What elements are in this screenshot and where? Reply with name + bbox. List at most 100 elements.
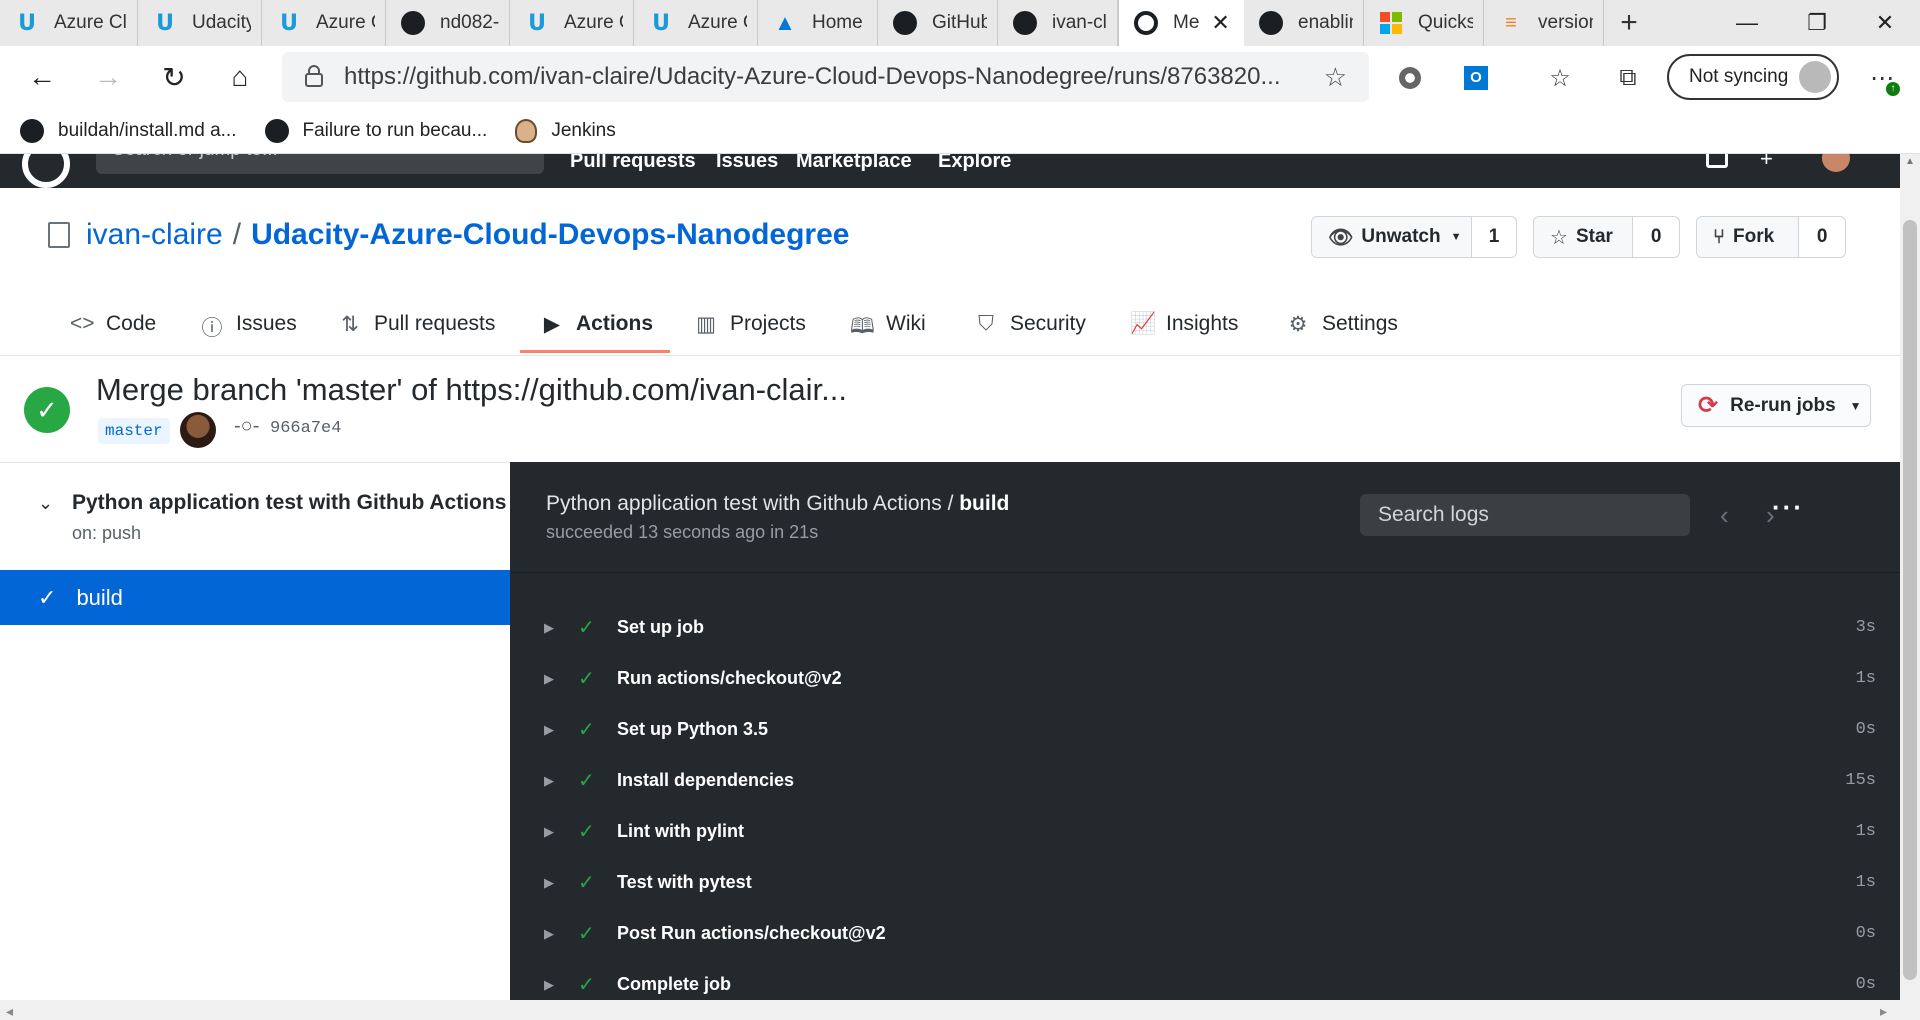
scroll-left-arrow-icon[interactable]: ◂ [6, 1003, 13, 1020]
more-options-icon[interactable]: ··· [1772, 492, 1804, 523]
tab-insights[interactable]: 📈 Insights [1130, 304, 1238, 354]
bookmark-item[interactable]: Jenkins [515, 118, 616, 143]
workflow-name[interactable]: Python application test with Github Acti… [72, 491, 506, 515]
commit-sha-link[interactable]: 966a7e4 [270, 419, 341, 438]
minimize-icon[interactable]: — [1712, 0, 1782, 46]
notification-bell-icon[interactable] [1706, 154, 1728, 168]
browser-tab[interactable]: UUdacity: [138, 0, 262, 46]
nav-issues[interactable]: Issues [716, 154, 778, 173]
plus-icon[interactable]: + [1760, 154, 1773, 172]
log-step[interactable]: ▶ ✓ Lint with pylint 1s [510, 806, 1900, 857]
close-window-icon[interactable]: ✕ [1850, 0, 1920, 46]
favorites-icon[interactable]: ☆ [1540, 58, 1580, 98]
profile-sync-button[interactable]: Not syncing [1667, 54, 1839, 100]
github-icon [892, 10, 918, 36]
book-icon: 🕮 [850, 315, 875, 338]
browser-tab[interactable]: UAzure Cl [262, 0, 386, 46]
tab-projects[interactable]: ▥ Projects [694, 304, 806, 354]
user-avatar[interactable] [1822, 154, 1850, 172]
scroll-up-arrow-icon[interactable]: ▲ [1905, 156, 1915, 167]
collections-icon[interactable]: ⧉ [1608, 58, 1648, 98]
browser-tab[interactable]: Quicksta [1364, 0, 1484, 46]
horizontal-scrollbar[interactable]: ◂ ▸ [0, 1000, 1920, 1020]
run-title: Merge branch 'master' of https://github.… [96, 372, 847, 407]
address-bar[interactable]: https://github.com/ivan-claire/Udacity-A… [282, 52, 1369, 102]
chevron-down-icon: ▼ [1849, 398, 1862, 413]
tab-security[interactable]: ⛉ Security [974, 304, 1086, 354]
lock-icon [305, 65, 323, 87]
tab-actions[interactable]: ▶ Actions [540, 304, 653, 354]
chevron-left-icon[interactable]: ‹ [1720, 500, 1729, 531]
star-count[interactable]: 0 [1633, 217, 1679, 257]
back-button[interactable]: ← [12, 52, 72, 102]
nav-marketplace[interactable]: Marketplace [796, 154, 912, 173]
outlook-icon[interactable]: O [1456, 58, 1496, 98]
browser-tab[interactable]: ≡version [1484, 0, 1604, 46]
tab-wiki[interactable]: 🕮 Wiki [850, 304, 926, 354]
committer-avatar[interactable] [180, 412, 216, 448]
rerun-jobs-button[interactable]: ⟳ Re-run jobs ▼ [1681, 384, 1871, 427]
browser-tab[interactable]: UAzure Cl [0, 0, 138, 46]
nav-pull-requests[interactable]: Pull requests [570, 154, 696, 173]
tab-pull-requests[interactable]: ⇅ Pull requests [338, 304, 495, 354]
expand-triangle-icon: ▶ [544, 874, 554, 890]
log-step[interactable]: ▶ ✓ Post Run actions/checkout@v2 0s [510, 908, 1900, 959]
tab-issues[interactable]: ⓘ Issues [200, 304, 297, 354]
restore-icon[interactable]: ❐ [1782, 0, 1852, 46]
workflow-sidebar: ⌄ Python application test with Github Ac… [0, 462, 510, 1000]
tab-code[interactable]: <> Code [70, 304, 156, 354]
repo-nav-tabs: <> Code ⓘ Issues ⇅ Pull requests ▶ Actions ▥… [0, 290, 1900, 356]
browser-tab-active[interactable]: Me ✕ [1118, 0, 1244, 46]
pull-request-icon: ⇅ [341, 313, 359, 336]
extension-icon[interactable] [1390, 58, 1430, 98]
new-tab-button[interactable]: + [1604, 0, 1654, 46]
gear-icon: ⚙ [1288, 313, 1308, 336]
vertical-scrollbar[interactable]: ▲ [1900, 154, 1920, 1000]
browser-tab[interactable]: GitHub [878, 0, 998, 46]
fork-count[interactable]: 0 [1799, 217, 1845, 257]
close-tab-icon[interactable]: ✕ [1211, 10, 1229, 36]
browser-tab[interactable]: ▲Home - [758, 0, 878, 46]
eye-icon: 👁 [1328, 226, 1354, 249]
browser-tab[interactable]: UAzure Cl [634, 0, 758, 46]
scroll-right-arrow-icon[interactable]: ▸ [1880, 1003, 1887, 1020]
chevron-down-icon[interactable]: ⌄ [38, 493, 53, 514]
branch-label[interactable]: master [98, 418, 170, 444]
favorite-star-icon[interactable]: ☆ [1324, 62, 1347, 93]
log-step[interactable]: ▶ ✓ Install dependencies 15s [510, 755, 1900, 806]
job-item-build[interactable]: ✓ build [0, 570, 510, 625]
fork-button-group: ⑂ Fork 0 [1696, 216, 1846, 258]
search-logs-input[interactable]: Search logs [1360, 494, 1690, 536]
unwatch-button[interactable]: 👁 Unwatch ▼ [1312, 217, 1472, 257]
browser-tab[interactable]: UAzure Cl [510, 0, 634, 46]
tab-settings[interactable]: ⚙ Settings [1286, 304, 1398, 354]
issue-icon: ⓘ [201, 317, 223, 340]
check-icon: ✓ [38, 584, 57, 610]
forward-button[interactable]: → [78, 52, 138, 102]
github-logo-icon[interactable] [22, 154, 70, 188]
log-step[interactable]: ▶ ✓ Set up Python 3.5 0s [510, 704, 1900, 755]
home-button[interactable]: ⌂ [210, 52, 270, 102]
check-icon: ✓ [578, 872, 595, 894]
watch-count[interactable]: 1 [1472, 217, 1516, 257]
star-button[interactable]: ☆ Star [1534, 217, 1634, 257]
github-search-input[interactable]: Search or jump to... [96, 154, 544, 174]
expand-triangle-icon: ▶ [544, 721, 554, 737]
browser-tab[interactable]: enablin [1244, 0, 1364, 46]
run-success-check-icon: ✓ [24, 387, 70, 433]
browser-tab[interactable]: nd082-A [386, 0, 510, 46]
repo-name-link[interactable]: Udacity-Azure-Cloud-Devops-Nanodegree [251, 218, 849, 252]
fork-button[interactable]: ⑂ Fork [1697, 217, 1800, 257]
log-step[interactable]: ▶ ✓ Test with pytest 1s [510, 857, 1900, 908]
log-step[interactable]: ▶ ✓ Run actions/checkout@v2 1s [510, 653, 1900, 704]
scrollbar-thumb[interactable] [1903, 220, 1917, 980]
browser-tab[interactable]: ivan-cla [998, 0, 1118, 46]
refresh-button[interactable]: ↻ [144, 52, 204, 102]
nav-explore[interactable]: Explore [938, 154, 1011, 173]
selected-tab-underline [520, 350, 670, 353]
repo-owner-link[interactable]: ivan-claire [86, 218, 223, 252]
log-step[interactable]: ▶ ✓ Set up job 3s [510, 602, 1900, 653]
bookmark-item[interactable]: Failure to run becau... [264, 118, 487, 143]
more-menu-icon[interactable]: ⋯ ↑ [1862, 58, 1902, 98]
bookmark-item[interactable]: buildah/install.md a... [20, 118, 237, 143]
